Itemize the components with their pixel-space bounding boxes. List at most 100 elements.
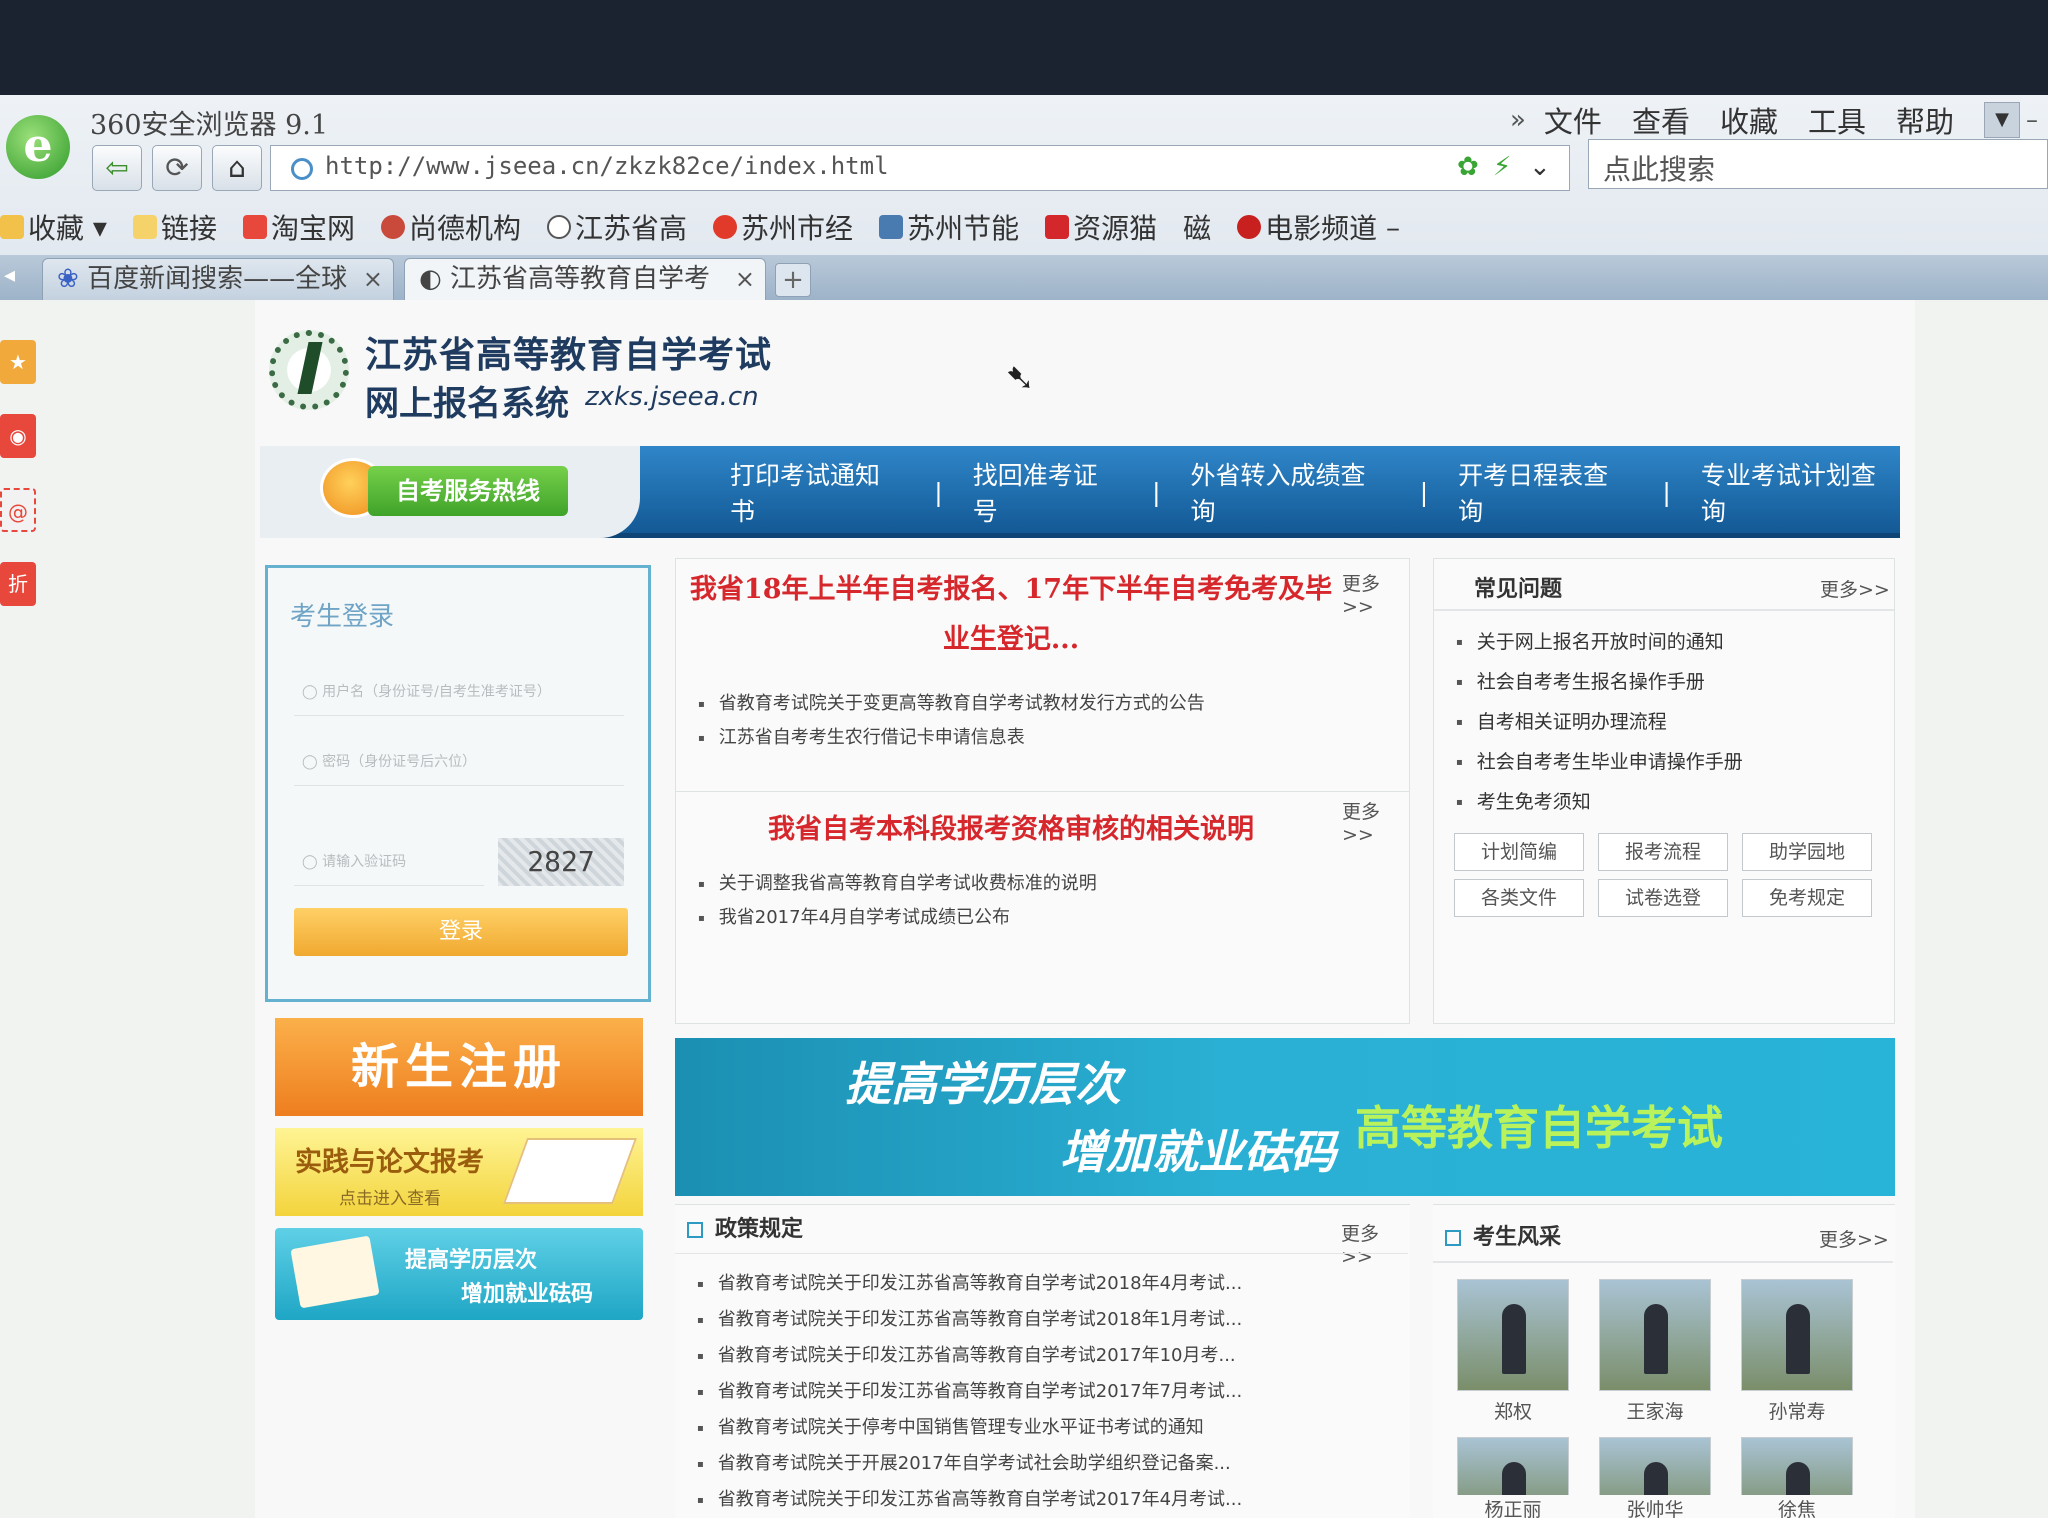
password-field[interactable]: ◯ 密码（身份证号后六位） bbox=[294, 738, 624, 786]
menu-help[interactable]: 帮助 bbox=[1896, 99, 1954, 141]
list-item[interactable]: 江苏省自考考生农行借记卡申请信息表 bbox=[698, 723, 1025, 749]
menu-file[interactable]: 文件 bbox=[1544, 99, 1602, 141]
practice-thesis-banner[interactable]: 实践与论文报考 点击进入查看 bbox=[275, 1128, 643, 1216]
compat-mode-icon[interactable]: ✿ bbox=[1457, 152, 1479, 182]
nav-exam-schedule[interactable]: 开考日程表查询 bbox=[1458, 456, 1632, 528]
student-photo[interactable] bbox=[1599, 1279, 1711, 1391]
hotline-block[interactable]: 自考服务热线 bbox=[260, 446, 640, 538]
students-more[interactable]: 更多>> bbox=[1819, 1225, 1889, 1252]
tab-jiangsu-exam[interactable]: ◐ 江苏省高等教育自学考 × bbox=[404, 258, 766, 300]
banner-line2: 增加就业砝码 bbox=[1060, 1125, 1336, 1179]
list-item[interactable]: 考生免考须知 bbox=[1456, 787, 1591, 814]
register-button[interactable]: 新生注册 bbox=[275, 1018, 643, 1116]
student-name[interactable]: 张帅华 bbox=[1599, 1495, 1711, 1518]
student-name[interactable]: 孙常寿 bbox=[1741, 1397, 1853, 1424]
search-input[interactable]: 点此搜索 bbox=[1603, 148, 1715, 188]
fav-sunlands[interactable]: 尚德机构 bbox=[381, 207, 521, 247]
skin-icon[interactable]: ▼ bbox=[1984, 102, 2020, 138]
news-more-2[interactable]: 更多>> bbox=[1342, 797, 1409, 846]
tab-scroll-left-icon[interactable]: ◂ bbox=[4, 263, 15, 288]
fav-collect[interactable]: 收藏 ▾ bbox=[0, 207, 107, 247]
list-item[interactable]: 省教育考试院关于印发江苏省高等教育自学考试2017年10月考... bbox=[697, 1341, 1236, 1367]
mail-icon[interactable]: @ bbox=[0, 488, 36, 532]
close-tab-icon[interactable]: × bbox=[735, 259, 755, 299]
address-url[interactable]: http://www.jseea.cn/zkzk82ce/index.html bbox=[325, 152, 889, 180]
student-name[interactable]: 王家海 bbox=[1599, 1397, 1711, 1424]
student-name[interactable]: 杨正丽 bbox=[1457, 1495, 1569, 1518]
home-button[interactable]: ⌂ bbox=[212, 145, 262, 191]
quick-link-docs[interactable]: 各类文件 bbox=[1454, 879, 1584, 917]
quick-link-papers[interactable]: 试卷选登 bbox=[1598, 879, 1728, 917]
favorite-star-icon[interactable]: ★ bbox=[0, 340, 36, 384]
list-item[interactable]: 省教育考试院关于印发江苏省高等教育自学考试2018年1月考试... bbox=[697, 1305, 1242, 1331]
news-more-1[interactable]: 更多>> bbox=[1342, 569, 1409, 618]
nav-print-notice[interactable]: 打印考试通知书 bbox=[730, 456, 904, 528]
resource-cat-icon bbox=[1045, 215, 1070, 239]
captcha-field[interactable]: ◯ 请输入验证码 bbox=[294, 838, 484, 886]
news-headline-1[interactable]: 我省18年上半年自考报名、17年下半年自考免考及毕业生登记... bbox=[686, 565, 1336, 665]
minimize-icon[interactable]: – bbox=[2026, 106, 2038, 134]
refresh-button[interactable]: ⟳ bbox=[152, 145, 202, 191]
list-item[interactable]: 关于网上报名开放时间的通知 bbox=[1456, 627, 1724, 654]
quick-link-exempt[interactable]: 免考规定 bbox=[1742, 879, 1872, 917]
nav-transfer-score[interactable]: 外省转入成绩查询 bbox=[1191, 456, 1390, 528]
weibo-icon[interactable]: ◉ bbox=[0, 414, 36, 458]
address-dropdown-icon[interactable]: ⌄ bbox=[1529, 152, 1551, 182]
sunlands-icon bbox=[381, 215, 406, 239]
menu-view[interactable]: 查看 bbox=[1632, 99, 1690, 141]
list-item[interactable]: 省教育考试院关于印发江苏省高等教育自学考试2017年7月考试... bbox=[697, 1377, 1242, 1403]
fav-resource-cat[interactable]: 资源猫 bbox=[1045, 207, 1157, 247]
fav-taobao[interactable]: 淘宝网 bbox=[243, 207, 355, 247]
fav-movie[interactable]: 电影频道 – bbox=[1237, 207, 1400, 247]
students-title: 考生风采 bbox=[1445, 1219, 1561, 1251]
menu-tools[interactable]: 工具 bbox=[1808, 99, 1866, 141]
student-photo[interactable] bbox=[1457, 1279, 1569, 1391]
quick-link-assist[interactable]: 助学园地 bbox=[1742, 833, 1872, 871]
captcha-image[interactable]: 2827 bbox=[498, 838, 624, 886]
login-button[interactable]: 登录 bbox=[294, 908, 628, 956]
search-box[interactable]: 点此搜索 bbox=[1588, 139, 2048, 189]
fav-suzhou-energy[interactable]: 苏州节能 bbox=[879, 207, 1019, 247]
list-item[interactable]: 省教育考试院关于印发江苏省高等教育自学考试2018年4月考试... bbox=[697, 1269, 1242, 1295]
quick-link-plan[interactable]: 计划简编 bbox=[1454, 833, 1584, 871]
list-item[interactable]: 省教育考试院关于停考中国销售管理专业水平证书考试的通知 bbox=[697, 1413, 1204, 1439]
education-banner-small[interactable]: 提高学历层次 增加就业砝码 bbox=[275, 1228, 643, 1320]
list-item[interactable]: 省教育考试院关于印发江苏省高等教育自学考试2017年4月考试... bbox=[697, 1485, 1242, 1511]
quick-link-process[interactable]: 报考流程 bbox=[1598, 833, 1728, 871]
close-tab-icon[interactable]: × bbox=[363, 259, 383, 299]
edu-line2: 增加就业砝码 bbox=[461, 1282, 594, 1307]
student-name[interactable]: 徐焦 bbox=[1741, 1495, 1853, 1518]
nav-recover-ticket[interactable]: 找回准考证号 bbox=[973, 456, 1122, 528]
fav-links[interactable]: 链接 bbox=[132, 207, 217, 247]
list-item[interactable]: 省教育考试院关于开展2017年自学考试社会助学组织登记备案... bbox=[697, 1449, 1231, 1475]
address-bar[interactable]: http://www.jseea.cn/zkzk82ce/index.html … bbox=[270, 145, 1570, 191]
tab-baidu-news[interactable]: ❀ 百度新闻搜索——全球 × bbox=[42, 258, 394, 300]
policy-title: 政策规定 bbox=[687, 1211, 803, 1243]
student-name[interactable]: 郑权 bbox=[1457, 1397, 1569, 1424]
education-banner-large[interactable]: 提高学历层次 增加就业砝码 高等教育自学考试 bbox=[675, 1038, 1895, 1196]
menu-overflow-icon[interactable]: » bbox=[1510, 105, 1526, 135]
student-photo[interactable] bbox=[1741, 1279, 1853, 1391]
menu-favorites[interactable]: 收藏 bbox=[1720, 99, 1778, 141]
back-button[interactable]: ⇦ bbox=[92, 145, 142, 191]
discount-icon[interactable]: 折 bbox=[0, 562, 36, 606]
fav-magnet[interactable]: 磁 bbox=[1183, 207, 1211, 247]
faq-more[interactable]: 更多>> bbox=[1820, 575, 1890, 602]
list-item[interactable]: 自考相关证明办理流程 bbox=[1456, 707, 1667, 734]
list-item[interactable]: 关于调整我省高等教育自学考试收费标准的说明 bbox=[698, 869, 1097, 895]
fav-suzhou-econ[interactable]: 苏州市经 bbox=[713, 207, 853, 247]
list-item[interactable]: 社会自考考生报名操作手册 bbox=[1456, 667, 1705, 694]
list-item[interactable]: 我省2017年4月自学考试成绩已公布 bbox=[698, 903, 1010, 929]
nav-exam-plan[interactable]: 专业考试计划查询 bbox=[1701, 456, 1900, 528]
nav-links: 打印考试通知书 | 找回准考证号 | 外省转入成绩查询 | 开考日程表查询 | … bbox=[730, 446, 1900, 538]
speed-mode-icon[interactable]: ⚡ bbox=[1493, 152, 1511, 182]
nav-separator: | bbox=[934, 477, 943, 507]
list-item[interactable]: 社会自考考生毕业申请操作手册 bbox=[1456, 747, 1743, 774]
site-globe-icon bbox=[291, 158, 313, 180]
list-item[interactable]: 省教育考试院关于变更高等教育自学考试教材发行方式的公告 bbox=[698, 689, 1205, 715]
new-tab-button[interactable]: + bbox=[775, 263, 811, 297]
fav-jiangsu[interactable]: 江苏省高 bbox=[547, 207, 687, 247]
username-field[interactable]: ◯ 用户名（身份证号/自考生准考证号） bbox=[294, 668, 624, 716]
policy-more[interactable]: 更多>> bbox=[1341, 1219, 1410, 1268]
news-headline-2[interactable]: 我省自考本科段报考资格审核的相关说明 bbox=[686, 805, 1336, 855]
